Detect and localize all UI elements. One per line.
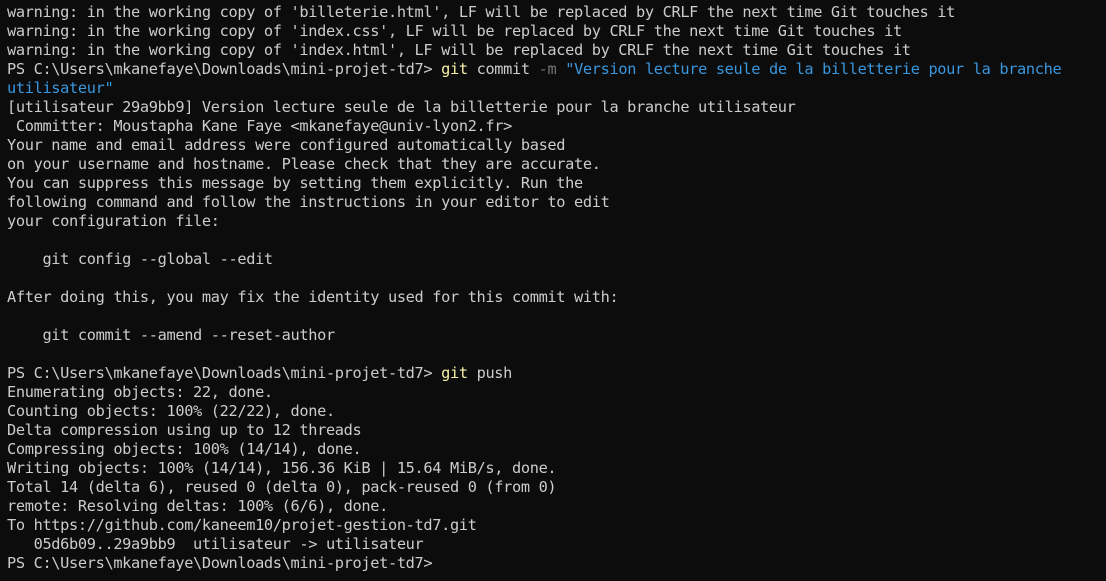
output-line: remote: Resolving deltas: 100% (6/6), do…: [7, 497, 388, 515]
terminal-window[interactable]: warning: in the working copy of 'billete…: [0, 0, 1106, 581]
command-name: git: [441, 364, 468, 382]
current-prompt-line[interactable]: PS C:\Users\mkanefaye\Downloads\mini-pro…: [7, 554, 1100, 573]
output-line: You can suppress this message by setting…: [7, 174, 583, 192]
output-line: Committer: Moustapha Kane Faye <mkanefay…: [7, 117, 512, 135]
output-line: your configuration file:: [7, 212, 220, 230]
warning-line: warning: in the working copy of 'index.c…: [7, 22, 902, 40]
output-line: Writing objects: 100% (14/14), 156.36 Ki…: [7, 459, 557, 477]
output-line: following command and follow the instruc…: [7, 193, 610, 211]
output-line: After doing this, you may fix the identi…: [7, 288, 619, 306]
output-line: Delta compression using up to 12 threads: [7, 421, 362, 439]
prompt: PS C:\Users\mkanefaye\Downloads\mini-pro…: [7, 554, 433, 572]
output-line: Counting objects: 100% (22/22), done.: [7, 402, 335, 420]
warning-line: warning: in the working copy of 'index.h…: [7, 41, 911, 59]
output-line: [utilisateur 29a9bb9] Version lecture se…: [7, 98, 796, 116]
prompt: PS C:\Users\mkanefaye\Downloads\mini-pro…: [7, 364, 442, 382]
output-line: Compressing objects: 100% (14/14), done.: [7, 440, 362, 458]
output-line: Total 14 (delta 6), reused 0 (delta 0), …: [7, 478, 557, 496]
output-line: To https://github.com/kaneem10/projet-ge…: [7, 516, 477, 534]
prompt: PS C:\Users\mkanefaye\Downloads\mini-pro…: [7, 60, 442, 78]
commit-command-line: PS C:\Users\mkanefaye\Downloads\mini-pro…: [7, 60, 1100, 98]
command-args: push: [467, 364, 513, 382]
command-flag: -m: [538, 60, 557, 78]
warning-line: warning: in the working copy of 'billete…: [7, 3, 955, 21]
command-subcommand: commit: [467, 60, 539, 78]
output-line: Your name and email address were configu…: [7, 136, 566, 154]
output-line: on your username and hostname. Please ch…: [7, 155, 601, 173]
push-command-line: PS C:\Users\mkanefaye\Downloads\mini-pro…: [7, 364, 1100, 383]
output-line: git config --global --edit: [7, 250, 273, 268]
output-line: 05d6b09..29a9bb9 utilisateur -> utilisat…: [7, 535, 424, 553]
output-line: git commit --amend --reset-author: [7, 326, 335, 344]
command-name: git: [441, 60, 468, 78]
output-line: Enumerating objects: 22, done.: [7, 383, 273, 401]
